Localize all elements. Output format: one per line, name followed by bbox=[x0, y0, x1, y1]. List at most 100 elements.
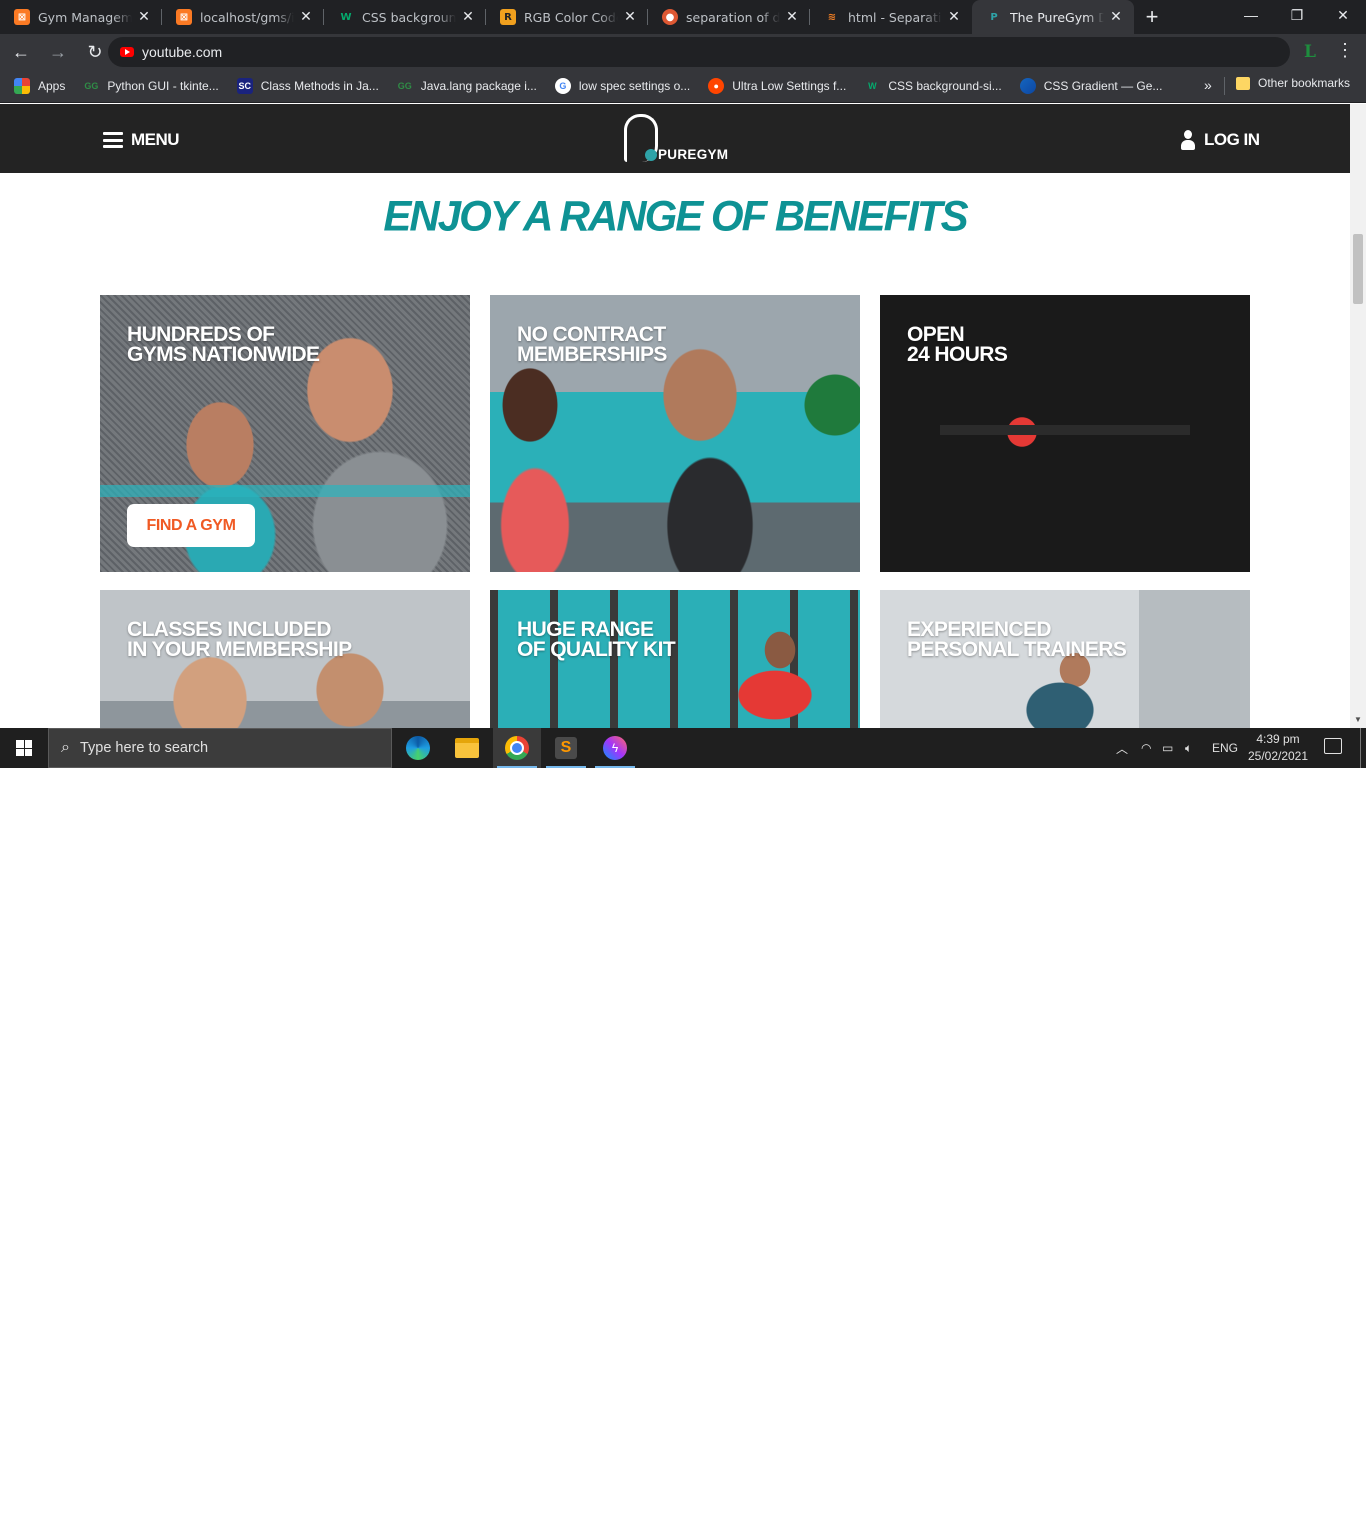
tab-title: CSS background-r bbox=[362, 9, 456, 25]
bookmark-low-spec[interactable]: G low spec settings o... bbox=[554, 78, 691, 94]
back-arrow-icon[interactable]: ← bbox=[5, 36, 37, 68]
bookmark-label: Apps bbox=[38, 79, 66, 93]
bookmark-apps[interactable]: Apps bbox=[14, 78, 65, 94]
restore-icon[interactable]: ❐ bbox=[1274, 0, 1320, 30]
benefit-card-open-24-hours[interactable]: OPEN 24 HOURS bbox=[880, 295, 1250, 572]
close-tab-icon[interactable]: ✕ bbox=[1108, 9, 1124, 25]
tab-title: separation of div in bbox=[686, 9, 780, 25]
caption-line: HUGE RANGE bbox=[517, 618, 654, 641]
caption-line: IN YOUR MEMBERSHIP bbox=[127, 638, 352, 661]
wifi-icon[interactable]: ◠ bbox=[1141, 728, 1151, 768]
site-header: MENU PUREGYM LOG IN bbox=[0, 104, 1350, 173]
page-scrollbar[interactable]: ▼ bbox=[1350, 104, 1366, 728]
benefits-heading: ENJOY A RANGE OF BENEFITS bbox=[383, 191, 968, 240]
address-bar[interactable]: youtube.com bbox=[108, 37, 1290, 67]
bookmark-java-lang[interactable]: GG Java.lang package i... bbox=[397, 78, 537, 94]
bookmark-label: Ultra Low Settings f... bbox=[732, 79, 847, 93]
caption-line: 24 HOURS bbox=[907, 343, 1008, 366]
puregym-logo[interactable]: PUREGYM bbox=[624, 114, 734, 164]
taskbar-search[interactable]: ⌕ Type here to search bbox=[48, 728, 392, 768]
language-indicator[interactable]: ENG bbox=[1212, 728, 1238, 768]
minimize-icon[interactable]: — bbox=[1228, 0, 1274, 30]
menu-label: MENU bbox=[131, 130, 180, 149]
bookmark-label: CSS background-si... bbox=[888, 79, 1002, 93]
windows-logo-icon bbox=[16, 740, 32, 756]
card-caption: HUNDREDS OF GYMS NATIONWIDE bbox=[127, 324, 447, 365]
find-a-gym-button[interactable]: FIND A GYM bbox=[127, 504, 255, 547]
menu-button[interactable]: MENU bbox=[103, 130, 180, 150]
close-tab-icon[interactable]: ✕ bbox=[136, 9, 152, 25]
volume-icon[interactable]: 🔈︎ bbox=[1185, 728, 1192, 768]
benefit-card-gyms-nationwide[interactable]: HUNDREDS OF GYMS NATIONWIDE FIND A GYM bbox=[100, 295, 470, 572]
clock[interactable]: 4:39 pm 25/02/2021 bbox=[1244, 731, 1312, 765]
close-window-icon[interactable]: ✕ bbox=[1320, 0, 1366, 30]
close-tab-icon[interactable]: ✕ bbox=[460, 9, 476, 25]
scroll-down-arrow-icon[interactable]: ▼ bbox=[1354, 715, 1362, 724]
tab-separation-of-div[interactable]: ● separation of div in ✕ bbox=[648, 0, 810, 34]
tab-title: html - Separating bbox=[848, 9, 942, 25]
taskbar-file-explorer[interactable] bbox=[443, 728, 491, 768]
benefit-card-personal-trainers[interactable]: EXPERIENCED PERSONAL TRAINERS bbox=[880, 590, 1250, 728]
tab-puregym[interactable]: P The PureGym Diffe ✕ bbox=[972, 0, 1134, 34]
taskbar-sublime[interactable]: S bbox=[542, 728, 590, 768]
tab-title: localhost/gms/ind bbox=[200, 9, 294, 25]
close-tab-icon[interactable]: ✕ bbox=[946, 9, 962, 25]
w3schools-icon: W bbox=[340, 11, 352, 23]
studytonight-icon: SC bbox=[236, 78, 253, 94]
show-desktop-button[interactable] bbox=[1360, 728, 1361, 768]
edge-icon bbox=[406, 736, 430, 760]
taskbar-edge[interactable] bbox=[394, 728, 442, 768]
page-viewport: MENU PUREGYM LOG IN ENJOY A RANGE OF BEN… bbox=[0, 104, 1350, 728]
rapidtables-icon: R bbox=[500, 9, 516, 25]
login-button[interactable]: LOG IN bbox=[1181, 130, 1260, 150]
browser-toolbar: ← → ↻ youtube.com L ⋮ bbox=[0, 34, 1366, 70]
user-icon bbox=[1181, 130, 1195, 150]
notifications-icon[interactable] bbox=[1324, 738, 1342, 754]
start-button[interactable] bbox=[0, 728, 48, 768]
other-bookmarks[interactable]: Other bookmarks bbox=[1236, 76, 1350, 90]
benefit-card-no-contract[interactable]: NO CONTRACT MEMBERSHIPS bbox=[490, 295, 860, 572]
bookmark-css-background-size[interactable]: W CSS background-si... bbox=[864, 78, 1002, 94]
tab-html-separating[interactable]: ≋ html - Separating ✕ bbox=[810, 0, 972, 34]
close-tab-icon[interactable]: ✕ bbox=[784, 9, 800, 25]
reddit-icon: ● bbox=[708, 78, 725, 94]
new-tab-button[interactable]: + bbox=[1134, 0, 1170, 34]
tab-title: Gym Management bbox=[38, 9, 132, 25]
close-tab-icon[interactable]: ✕ bbox=[298, 9, 314, 25]
taskbar-chrome[interactable] bbox=[493, 728, 541, 768]
close-tab-icon[interactable]: ✕ bbox=[622, 9, 638, 25]
card-caption: CLASSES INCLUDED IN YOUR MEMBERSHIP bbox=[127, 618, 447, 661]
bookmarks-overflow-button[interactable]: » bbox=[1204, 77, 1212, 93]
more-options-icon[interactable]: ⋮ bbox=[1336, 40, 1354, 61]
battery-icon[interactable]: ▭ bbox=[1162, 728, 1173, 768]
tray-overflow-icon[interactable]: ︿ bbox=[1116, 728, 1128, 768]
extension-icon[interactable]: L bbox=[1304, 42, 1316, 62]
tab-rgb-color-codes[interactable]: R RGB Color Codes C ✕ bbox=[486, 0, 648, 34]
duckduckgo-icon: ● bbox=[662, 9, 678, 25]
caption-line: OPEN bbox=[907, 323, 965, 346]
running-indicator bbox=[595, 766, 635, 768]
tab-css-background[interactable]: W CSS background-r ✕ bbox=[324, 0, 486, 34]
benefit-card-quality-kit[interactable]: HUGE RANGE OF QUALITY KIT bbox=[490, 590, 860, 728]
benefit-card-classes-included[interactable]: CLASSES INCLUDED IN YOUR MEMBERSHIP bbox=[100, 590, 470, 728]
card-caption: OPEN 24 HOURS bbox=[907, 323, 1227, 366]
bookmark-python-gui[interactable]: GG Python GUI - tkinte... bbox=[83, 78, 218, 94]
bookmark-ultra-low[interactable]: ● Ultra Low Settings f... bbox=[708, 78, 846, 94]
bookmarks-divider bbox=[1224, 77, 1225, 95]
scrollbar-thumb[interactable] bbox=[1353, 234, 1363, 304]
tab-strip: ⊠ Gym Management ✕ ⊠ localhost/gms/ind ✕… bbox=[0, 0, 1366, 34]
taskbar-messenger[interactable]: ϟ bbox=[591, 728, 639, 768]
forward-arrow-icon[interactable]: → bbox=[42, 36, 74, 68]
hamburger-icon bbox=[103, 132, 123, 148]
bookmark-css-gradient[interactable]: CSS Gradient — Ge... bbox=[1019, 78, 1162, 94]
window-controls: — ❐ ✕ bbox=[1228, 0, 1366, 30]
google-icon: G bbox=[554, 78, 571, 94]
bookmark-class-methods[interactable]: SC Class Methods in Ja... bbox=[236, 78, 379, 94]
tab-gym-management[interactable]: ⊠ Gym Management ✕ bbox=[0, 0, 162, 34]
caption-line: CLASSES INCLUDED bbox=[127, 618, 332, 641]
bookmark-label: low spec settings o... bbox=[578, 79, 691, 93]
tab-title: The PureGym Diffe bbox=[1010, 9, 1104, 25]
reload-icon[interactable]: ↻ bbox=[79, 36, 111, 68]
chrome-icon bbox=[505, 736, 529, 760]
tab-localhost[interactable]: ⊠ localhost/gms/ind ✕ bbox=[162, 0, 324, 34]
